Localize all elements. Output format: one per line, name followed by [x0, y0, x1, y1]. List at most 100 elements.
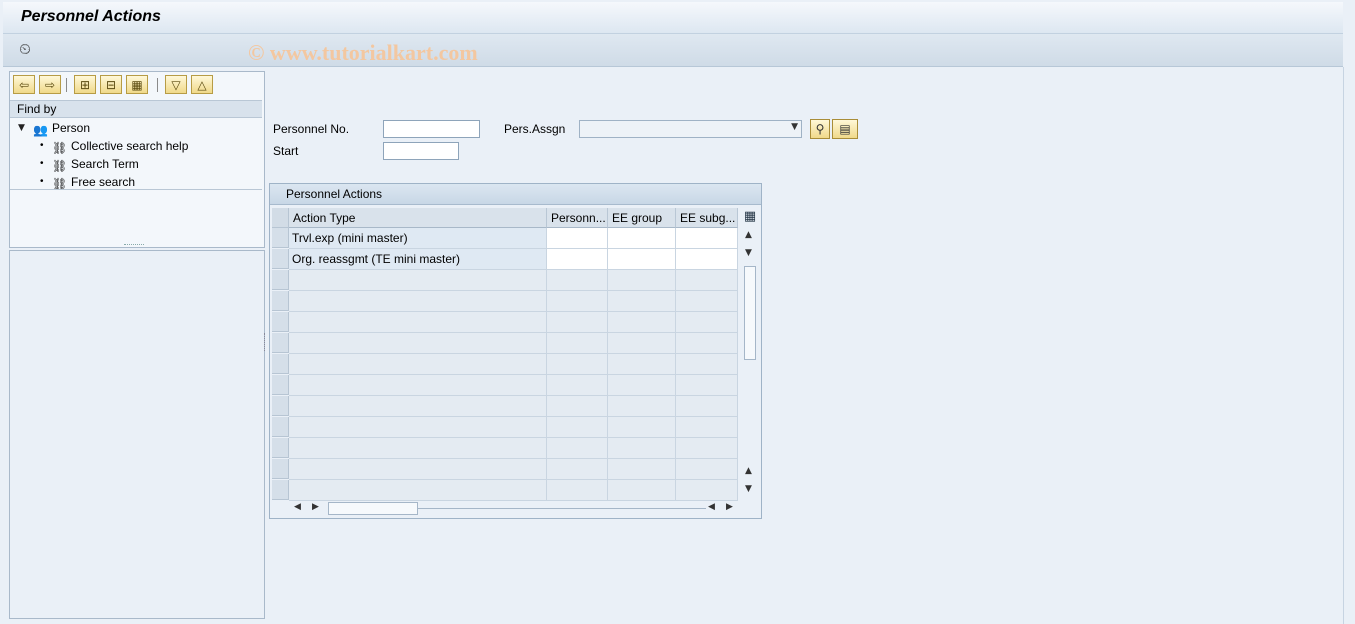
chevron-down-icon[interactable]: ▼	[18, 119, 25, 137]
table-cell[interactable]	[676, 417, 738, 438]
table-cell[interactable]	[676, 228, 738, 249]
table-cell[interactable]	[547, 333, 608, 354]
scroll-down-arrow-icon[interactable]: ▼	[745, 484, 752, 494]
table-cell[interactable]	[676, 396, 738, 417]
row-selector[interactable]	[272, 375, 289, 395]
table-cell[interactable]	[676, 291, 738, 312]
table-cell[interactable]	[676, 438, 738, 459]
table-cell[interactable]	[608, 375, 676, 396]
start-date-input[interactable]	[383, 142, 459, 160]
table-cell[interactable]	[676, 270, 738, 291]
resize-handle[interactable]	[124, 244, 144, 247]
table-cell[interactable]	[289, 480, 547, 501]
collapse-icon[interactable]: ⊟	[100, 75, 122, 94]
scrollbar-thumb[interactable]	[328, 502, 418, 515]
table-cell[interactable]	[289, 333, 547, 354]
table-cell[interactable]	[547, 228, 608, 249]
table-cell[interactable]	[676, 249, 738, 270]
table-cell[interactable]	[608, 396, 676, 417]
table-cell[interactable]	[608, 291, 676, 312]
table-cell[interactable]	[289, 375, 547, 396]
table-cell[interactable]	[547, 312, 608, 333]
row-selector[interactable]	[272, 228, 289, 248]
splitter-handle[interactable]	[264, 333, 267, 351]
table-cell[interactable]	[608, 480, 676, 501]
table-cell[interactable]	[547, 480, 608, 501]
table-cell[interactable]	[547, 249, 608, 270]
table-cell[interactable]	[547, 270, 608, 291]
table-cell[interactable]	[608, 438, 676, 459]
org-structure-button[interactable]: ⚲	[810, 119, 830, 139]
table-cell[interactable]	[608, 459, 676, 480]
table-cell[interactable]	[289, 291, 547, 312]
table-cell[interactable]	[547, 375, 608, 396]
table-cell[interactable]	[547, 459, 608, 480]
scrollbar-thumb[interactable]	[744, 266, 756, 360]
table-cell[interactable]	[289, 354, 547, 375]
arrow-right-icon[interactable]: ⇨	[39, 75, 61, 94]
table-cell[interactable]	[676, 333, 738, 354]
row-selector[interactable]	[272, 333, 289, 353]
scroll-up-icon[interactable]: △	[191, 75, 213, 94]
row-selector[interactable]	[272, 354, 289, 374]
select-all-cell[interactable]	[272, 208, 289, 228]
table-cell[interactable]	[547, 291, 608, 312]
personnel-no-input[interactable]	[383, 120, 480, 138]
row-selector[interactable]	[272, 480, 289, 500]
table-cell[interactable]	[547, 417, 608, 438]
row-selector[interactable]	[272, 396, 289, 416]
table-cell[interactable]	[676, 459, 738, 480]
table-cell[interactable]	[289, 459, 547, 480]
column-header-ee-group[interactable]: EE group	[608, 208, 676, 228]
table-cell[interactable]	[608, 417, 676, 438]
column-header-personnel[interactable]: Personn...	[547, 208, 608, 228]
scroll-up-arrow-icon[interactable]: ▲	[745, 466, 752, 476]
scroll-left-arrow-icon[interactable]: ◀	[708, 502, 715, 512]
table-cell[interactable]	[608, 249, 676, 270]
table-cell[interactable]	[289, 312, 547, 333]
table-cell[interactable]	[608, 354, 676, 375]
column-header-ee-subgroup[interactable]: EE subg...	[676, 208, 738, 228]
scroll-up-arrow-icon[interactable]: ▲	[745, 230, 752, 240]
row-selector[interactable]	[272, 249, 289, 269]
scroll-right-arrow-icon[interactable]: ▶	[726, 502, 733, 512]
scroll-down-arrow-icon[interactable]: ▼	[745, 248, 752, 258]
vertical-scrollbar[interactable]: ▲ ▼ ▲ ▼	[740, 228, 760, 498]
row-selector[interactable]	[272, 270, 289, 290]
table-cell[interactable]	[608, 228, 676, 249]
table-cell[interactable]	[547, 438, 608, 459]
chevron-down-icon[interactable]: ▼	[791, 122, 798, 132]
scroll-left-arrow-icon[interactable]: ◀	[294, 502, 301, 512]
pers-assgn-dropdown[interactable]: ▼	[579, 120, 802, 138]
table-cell[interactable]	[289, 438, 547, 459]
table-cell[interactable]	[289, 270, 547, 291]
table-cell[interactable]	[547, 354, 608, 375]
scroll-down-icon[interactable]: ▽	[165, 75, 187, 94]
horizontal-scrollbar[interactable]: ◀ ▶ ◀ ▶	[290, 500, 740, 517]
table-cell[interactable]	[608, 312, 676, 333]
table-cell[interactable]: Trvl.exp (mini master)	[289, 228, 547, 249]
execute-clock-icon[interactable]: ⏲	[16, 40, 34, 58]
table-cell[interactable]	[608, 270, 676, 291]
table-cell[interactable]	[608, 333, 676, 354]
table-cell[interactable]	[676, 375, 738, 396]
table-cell[interactable]	[289, 417, 547, 438]
scroll-right-arrow-icon[interactable]: ▶	[312, 502, 319, 512]
column-settings-icon[interactable]: ▦	[742, 209, 758, 225]
overview-button[interactable]: ▤	[832, 119, 858, 139]
table-cell[interactable]	[547, 396, 608, 417]
expand-icon[interactable]: ⊞	[74, 75, 96, 94]
row-selector[interactable]	[272, 291, 289, 311]
row-selector[interactable]	[272, 417, 289, 437]
row-selector[interactable]	[272, 312, 289, 332]
row-selector[interactable]	[272, 459, 289, 479]
column-header-action-type[interactable]: Action Type	[289, 208, 547, 228]
settings-icon[interactable]: ▦	[126, 75, 148, 94]
table-cell[interactable]	[676, 312, 738, 333]
table-cell[interactable]: Org. reassgmt (TE mini master)	[289, 249, 547, 270]
arrow-left-icon[interactable]: ⇦	[13, 75, 35, 94]
table-cell[interactable]	[289, 396, 547, 417]
table-cell[interactable]	[676, 354, 738, 375]
row-selector[interactable]	[272, 438, 289, 458]
table-cell[interactable]	[676, 480, 738, 501]
